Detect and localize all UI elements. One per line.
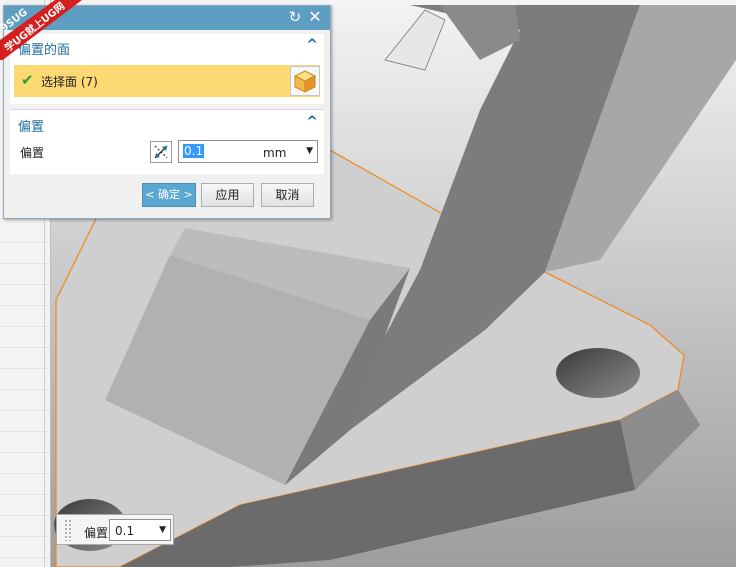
chevron-down-icon[interactable]: ▼ [159,525,166,535]
offset-field-label: 偏置 [20,146,45,160]
onscreen-offset-value[interactable]: 0.1 [115,524,134,538]
onscreen-offset-input[interactable]: 0.1 ▼ [109,519,171,541]
onscreen-offset-label: 偏置 [84,526,109,540]
offset-value-text[interactable]: 0.1 [183,144,205,158]
hole-right[interactable] [556,348,640,398]
reverse-direction-icon[interactable] [150,141,172,163]
ok-button[interactable]: < 确定 > [142,183,196,207]
reset-icon[interactable]: ↻ [286,8,304,26]
apply-button[interactable]: 应用 [201,183,254,207]
collapse-faces-icon[interactable]: ^ [306,37,318,53]
offset-unit-select[interactable]: mm [263,146,286,160]
chevron-down-icon[interactable]: ▼ [306,146,313,156]
select-face-row[interactable]: ✔ 选择面 (7) [14,65,320,97]
collapse-offset-icon[interactable]: ^ [306,114,318,130]
site-watermark-logo: 9SUG 学UG就上UG网 [0,0,82,60]
drag-handle[interactable] [64,519,72,541]
cancel-button[interactable]: 取消 [261,183,314,207]
select-face-cube-icon[interactable] [290,66,320,96]
checkmark-icon: ✔ [21,71,34,89]
onscreen-offset-toolbar: 偏置 0.1 ▼ [56,514,174,545]
close-icon[interactable]: ✕ [306,8,324,26]
select-face-label: 选择面 (7) [41,75,98,89]
offset-value-input[interactable]: 0.1 mm ▼ [178,140,318,163]
offset-group: 偏置 ^ 偏置 0.1 mm ▼ [10,109,324,174]
offset-group-title: 偏置 [18,120,45,135]
